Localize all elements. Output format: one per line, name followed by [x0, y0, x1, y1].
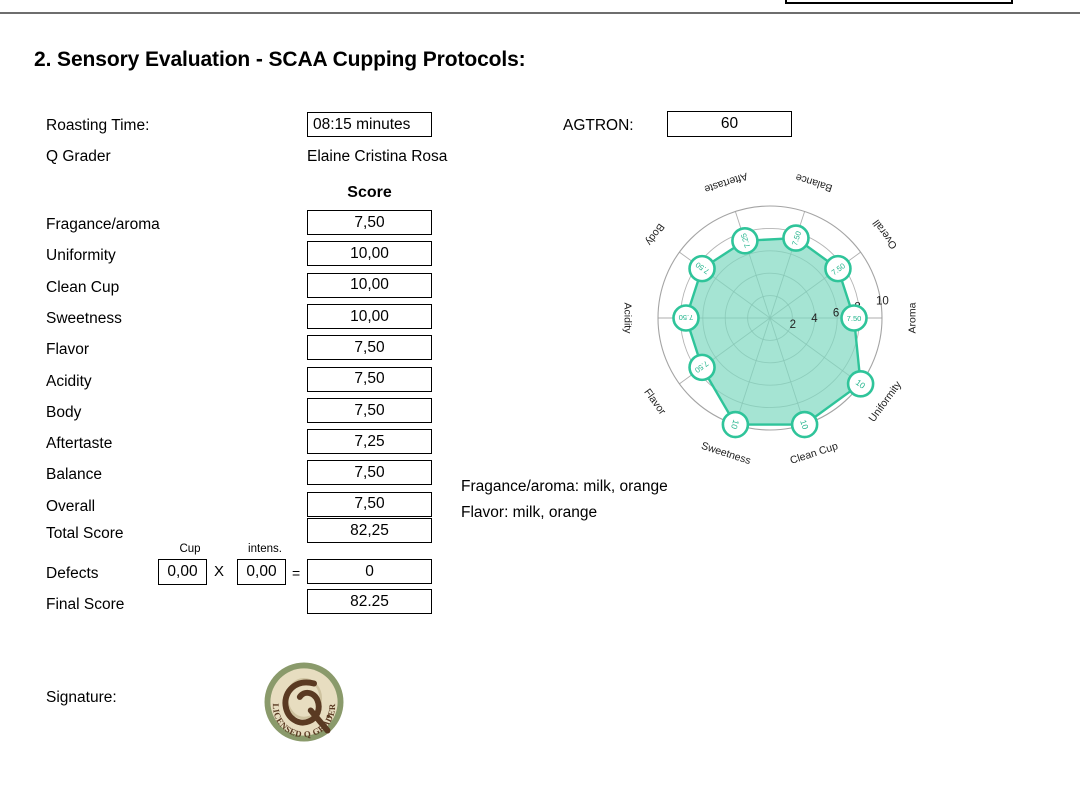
attribute-label: Sweetness	[46, 309, 122, 327]
radar-category-label: Aftertaste	[703, 170, 750, 195]
tasting-note-flavor: Flavor: milk, orange	[461, 504, 598, 521]
attribute-label: Uniformity	[46, 247, 116, 265]
attribute-label: Balance	[46, 466, 103, 484]
radar-category-label: Body	[642, 221, 666, 248]
final-score-value: 82.25	[307, 589, 432, 614]
header-divider	[0, 12, 1080, 14]
total-score-value: 82,25	[307, 518, 432, 543]
page-title: 2. Sensory Evaluation - SCAA Cupping Pro…	[34, 48, 526, 71]
attribute-score-field[interactable]: 7,50	[307, 397, 432, 423]
attribute-label: Acidity	[46, 372, 92, 390]
attribute-score-field[interactable]: 10,00	[307, 303, 432, 329]
defects-intensity-caption: intens.	[248, 543, 282, 555]
signature-label: Signature:	[46, 689, 117, 706]
tasting-note-fragance: Fragance/aroma: milk, orange	[461, 478, 668, 495]
attribute-score-field[interactable]: 10,00	[307, 272, 432, 298]
radial-tick-label: 6	[833, 307, 839, 319]
radar-category-label: Overall	[871, 217, 900, 251]
top-partial-box	[785, 0, 1013, 4]
attribute-label: Body	[46, 403, 82, 421]
q-grader-value: Elaine Cristina Rosa	[307, 148, 448, 165]
radar-category-label: Acidity	[622, 303, 634, 335]
roasting-time-label: Roasting Time:	[46, 117, 150, 134]
attribute-score-field[interactable]: 10,00	[307, 241, 432, 267]
attribute-score-field[interactable]: 7,50	[307, 210, 432, 235]
radial-tick-label: 10	[876, 295, 889, 307]
licensed-q-grader-seal-icon: LICENSED Q GRADER	[264, 662, 344, 742]
final-score-label: Final Score	[46, 596, 125, 613]
radar-point-value: 7.50	[679, 313, 694, 322]
attribute-score-field[interactable]: 7,50	[307, 335, 432, 361]
attribute-label: Overall	[46, 497, 96, 515]
radar-category-label: Flavor	[641, 386, 668, 417]
sensory-radar-chart: 2468107.507.507.507.257.507.507.50101010…	[622, 170, 919, 467]
defects-multiply-operator: X	[214, 563, 225, 580]
radar-point-value: 7.50	[847, 314, 862, 323]
defects-equals-sign: =	[292, 565, 301, 581]
attribute-score-field[interactable]: 7,50	[307, 366, 432, 392]
radar-category-label: Balance	[794, 171, 834, 194]
radial-tick-label: 4	[811, 313, 818, 325]
attribute-label: Clean Cup	[46, 278, 120, 296]
score-column-header: Score	[347, 184, 392, 201]
attribute-score-field[interactable]: 7,50	[307, 460, 432, 486]
total-score-label: Total Score	[46, 525, 124, 542]
agtron-label: AGTRON:	[563, 117, 634, 134]
agtron-field[interactable]: 60	[667, 111, 792, 137]
attribute-score-field[interactable]: 7,25	[307, 429, 432, 455]
radar-category-label: Clean Cup	[789, 440, 840, 467]
defects-intensity-field[interactable]: 0,00	[237, 559, 286, 585]
attribute-label: Flavor	[46, 341, 90, 359]
q-grader-label: Q Grader	[46, 148, 111, 165]
roasting-time-field[interactable]: 08:15 minutes	[307, 112, 432, 137]
attribute-label: Fragance/aroma	[46, 216, 160, 233]
defects-cup-caption: Cup	[179, 543, 201, 555]
attribute-label: Aftertaste	[46, 435, 113, 453]
defects-label: Defects	[46, 565, 99, 582]
radar-category-label: Aroma	[907, 302, 919, 333]
defects-cup-field[interactable]: 0,00	[158, 559, 207, 585]
radial-tick-label: 2	[790, 319, 796, 331]
defects-result-value: 0	[307, 559, 432, 584]
attribute-score-field[interactable]: 7,50	[307, 491, 432, 517]
radar-category-label: Sweetness	[700, 440, 753, 467]
